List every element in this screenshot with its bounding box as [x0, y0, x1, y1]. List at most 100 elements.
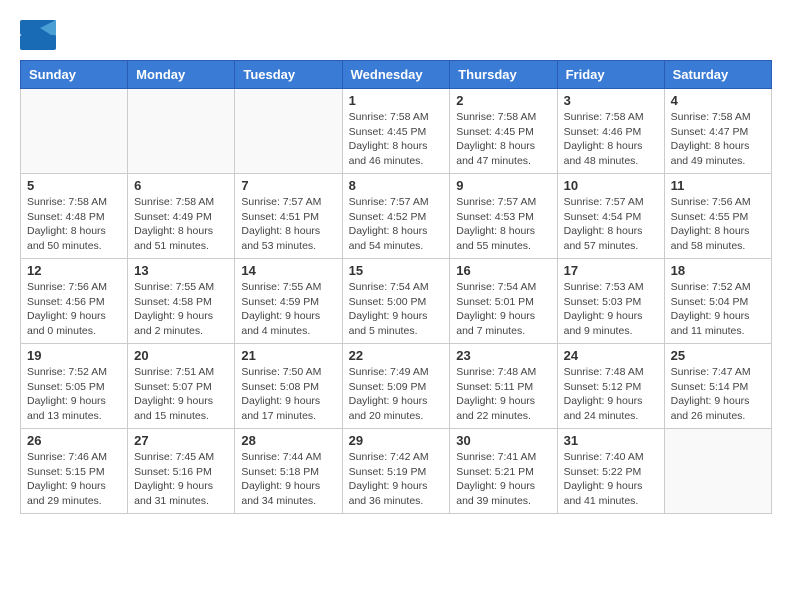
calendar-cell: 21 Sunrise: 7:50 AM Sunset: 5:08 PM Dayli… [235, 344, 342, 429]
calendar-cell: 20 Sunrise: 7:51 AM Sunset: 5:07 PM Dayli… [128, 344, 235, 429]
day-number: 28 [241, 433, 335, 448]
calendar-cell [664, 429, 771, 514]
week-row-3: 19 Sunrise: 7:52 AM Sunset: 5:05 PM Dayli… [21, 344, 772, 429]
day-info: Sunrise: 7:57 AM Sunset: 4:51 PM Dayligh… [241, 195, 335, 254]
calendar-cell: 28 Sunrise: 7:44 AM Sunset: 5:18 PM Dayli… [235, 429, 342, 514]
day-info: Sunrise: 7:57 AM Sunset: 4:52 PM Dayligh… [349, 195, 444, 254]
calendar-cell: 4 Sunrise: 7:58 AM Sunset: 4:47 PM Daylig… [664, 89, 771, 174]
day-number: 14 [241, 263, 335, 278]
calendar-cell: 8Sunrise: 7:57 AM Sunset: 4:52 PM Daylig… [342, 174, 450, 259]
day-info: Sunrise: 7:47 AM Sunset: 5:14 PM Dayligh… [671, 365, 765, 424]
calendar-cell [235, 89, 342, 174]
day-info: Sunrise: 7:46 AM Sunset: 5:15 PM Dayligh… [27, 450, 121, 509]
calendar-cell: 15 Sunrise: 7:54 AM Sunset: 5:00 PM Dayli… [342, 259, 450, 344]
calendar-cell: 16 Sunrise: 7:54 AM Sunset: 5:01 PM Dayli… [450, 259, 557, 344]
day-number: 25 [671, 348, 765, 363]
day-number: 29 [349, 433, 444, 448]
calendar-cell: 6Sunrise: 7:58 AM Sunset: 4:49 PM Daylig… [128, 174, 235, 259]
day-number: 19 [27, 348, 121, 363]
calendar-cell: 9 Sunrise: 7:57 AM Sunset: 4:53 PM Daylig… [450, 174, 557, 259]
day-number: 18 [671, 263, 765, 278]
calendar-cell: 10 Sunrise: 7:57 AM Sunset: 4:54 PM Dayli… [557, 174, 664, 259]
day-number: 21 [241, 348, 335, 363]
calendar-cell [21, 89, 128, 174]
day-info: Sunrise: 7:56 AM Sunset: 4:55 PM Dayligh… [671, 195, 765, 254]
day-number: 6 [134, 178, 228, 193]
calendar-cell: 26 Sunrise: 7:46 AM Sunset: 5:15 PM Dayli… [21, 429, 128, 514]
page-header [20, 20, 772, 50]
week-row-4: 26 Sunrise: 7:46 AM Sunset: 5:15 PM Dayli… [21, 429, 772, 514]
day-info: Sunrise: 7:55 AM Sunset: 4:59 PM Dayligh… [241, 280, 335, 339]
calendar-table: SundayMondayTuesdayWednesdayThursdayFrid… [20, 60, 772, 514]
calendar-cell: 12Sunrise: 7:56 AM Sunset: 4:56 PM Dayli… [21, 259, 128, 344]
week-row-2: 12Sunrise: 7:56 AM Sunset: 4:56 PM Dayli… [21, 259, 772, 344]
day-number: 24 [564, 348, 658, 363]
calendar-cell: 19 Sunrise: 7:52 AM Sunset: 5:05 PM Dayli… [21, 344, 128, 429]
day-info: Sunrise: 7:42 AM Sunset: 5:19 PM Dayligh… [349, 450, 444, 509]
day-number: 15 [349, 263, 444, 278]
day-info: Sunrise: 7:53 AM Sunset: 5:03 PM Dayligh… [564, 280, 658, 339]
calendar-cell: 29 Sunrise: 7:42 AM Sunset: 5:19 PM Dayli… [342, 429, 450, 514]
header-cell-friday: Friday [557, 61, 664, 89]
calendar-cell: 30 Sunrise: 7:41 AM Sunset: 5:21 PM Dayli… [450, 429, 557, 514]
day-info: Sunrise: 7:54 AM Sunset: 5:00 PM Dayligh… [349, 280, 444, 339]
day-number: 4 [671, 93, 765, 108]
day-info: Sunrise: 7:52 AM Sunset: 5:05 PM Dayligh… [27, 365, 121, 424]
day-number: 1 [349, 93, 444, 108]
calendar-cell [128, 89, 235, 174]
day-number: 16 [456, 263, 550, 278]
day-info: Sunrise: 7:57 AM Sunset: 4:54 PM Dayligh… [564, 195, 658, 254]
calendar-cell: 1Sunrise: 7:58 AM Sunset: 4:45 PM Daylig… [342, 89, 450, 174]
day-number: 3 [564, 93, 658, 108]
day-info: Sunrise: 7:52 AM Sunset: 5:04 PM Dayligh… [671, 280, 765, 339]
day-number: 5 [27, 178, 121, 193]
calendar-cell: 25 Sunrise: 7:47 AM Sunset: 5:14 PM Dayli… [664, 344, 771, 429]
day-number: 27 [134, 433, 228, 448]
day-number: 22 [349, 348, 444, 363]
day-number: 9 [456, 178, 550, 193]
day-info: Sunrise: 7:41 AM Sunset: 5:21 PM Dayligh… [456, 450, 550, 509]
calendar-header: SundayMondayTuesdayWednesdayThursdayFrid… [21, 61, 772, 89]
day-info: Sunrise: 7:40 AM Sunset: 5:22 PM Dayligh… [564, 450, 658, 509]
calendar-cell: 13 Sunrise: 7:55 AM Sunset: 4:58 PM Dayli… [128, 259, 235, 344]
calendar-cell: 7Sunrise: 7:57 AM Sunset: 4:51 PM Daylig… [235, 174, 342, 259]
calendar-cell: 31Sunrise: 7:40 AM Sunset: 5:22 PM Dayli… [557, 429, 664, 514]
day-number: 11 [671, 178, 765, 193]
day-info: Sunrise: 7:58 AM Sunset: 4:47 PM Dayligh… [671, 110, 765, 169]
day-info: Sunrise: 7:48 AM Sunset: 5:11 PM Dayligh… [456, 365, 550, 424]
day-number: 20 [134, 348, 228, 363]
day-info: Sunrise: 7:50 AM Sunset: 5:08 PM Dayligh… [241, 365, 335, 424]
calendar-cell: 5 Sunrise: 7:58 AM Sunset: 4:48 PM Daylig… [21, 174, 128, 259]
day-info: Sunrise: 7:57 AM Sunset: 4:53 PM Dayligh… [456, 195, 550, 254]
logo-icon [20, 20, 56, 50]
header-cell-monday: Monday [128, 61, 235, 89]
header-cell-saturday: Saturday [664, 61, 771, 89]
day-number: 10 [564, 178, 658, 193]
calendar-cell: 3 Sunrise: 7:58 AM Sunset: 4:46 PM Daylig… [557, 89, 664, 174]
day-info: Sunrise: 7:48 AM Sunset: 5:12 PM Dayligh… [564, 365, 658, 424]
day-info: Sunrise: 7:44 AM Sunset: 5:18 PM Dayligh… [241, 450, 335, 509]
calendar-cell: 22 Sunrise: 7:49 AM Sunset: 5:09 PM Dayli… [342, 344, 450, 429]
day-info: Sunrise: 7:51 AM Sunset: 5:07 PM Dayligh… [134, 365, 228, 424]
calendar-cell: 14 Sunrise: 7:55 AM Sunset: 4:59 PM Dayli… [235, 259, 342, 344]
calendar-body: 1 Sunrise: 7:58 AM Sunset: 4:45 PM Daylig… [21, 89, 772, 514]
header-row: SundayMondayTuesdayWednesdayThursdayFrid… [21, 61, 772, 89]
logo [20, 20, 60, 50]
header-cell-tuesday: Tuesday [235, 61, 342, 89]
day-info: Sunrise: 7:55 AM Sunset: 4:58 PM Dayligh… [134, 280, 228, 339]
day-number: 13 [134, 263, 228, 278]
calendar-cell: 17Sunrise: 7:53 AM Sunset: 5:03 PM Dayli… [557, 259, 664, 344]
day-number: 26 [27, 433, 121, 448]
calendar-cell: 18 Sunrise: 7:52 AM Sunset: 5:04 PM Dayli… [664, 259, 771, 344]
day-info: Sunrise: 7:49 AM Sunset: 5:09 PM Dayligh… [349, 365, 444, 424]
day-info: Sunrise: 7:54 AM Sunset: 5:01 PM Dayligh… [456, 280, 550, 339]
calendar-cell: 23Sunrise: 7:48 AM Sunset: 5:11 PM Dayli… [450, 344, 557, 429]
day-number: 30 [456, 433, 550, 448]
day-number: 12 [27, 263, 121, 278]
day-info: Sunrise: 7:58 AM Sunset: 4:45 PM Dayligh… [456, 110, 550, 169]
day-info: Sunrise: 7:58 AM Sunset: 4:46 PM Dayligh… [564, 110, 658, 169]
week-row-0: 1 Sunrise: 7:58 AM Sunset: 4:45 PM Daylig… [21, 89, 772, 174]
day-number: 2 [456, 93, 550, 108]
day-info: Sunrise: 7:58 AM Sunset: 4:48 PM Dayligh… [27, 195, 121, 254]
header-cell-sunday: Sunday [21, 61, 128, 89]
